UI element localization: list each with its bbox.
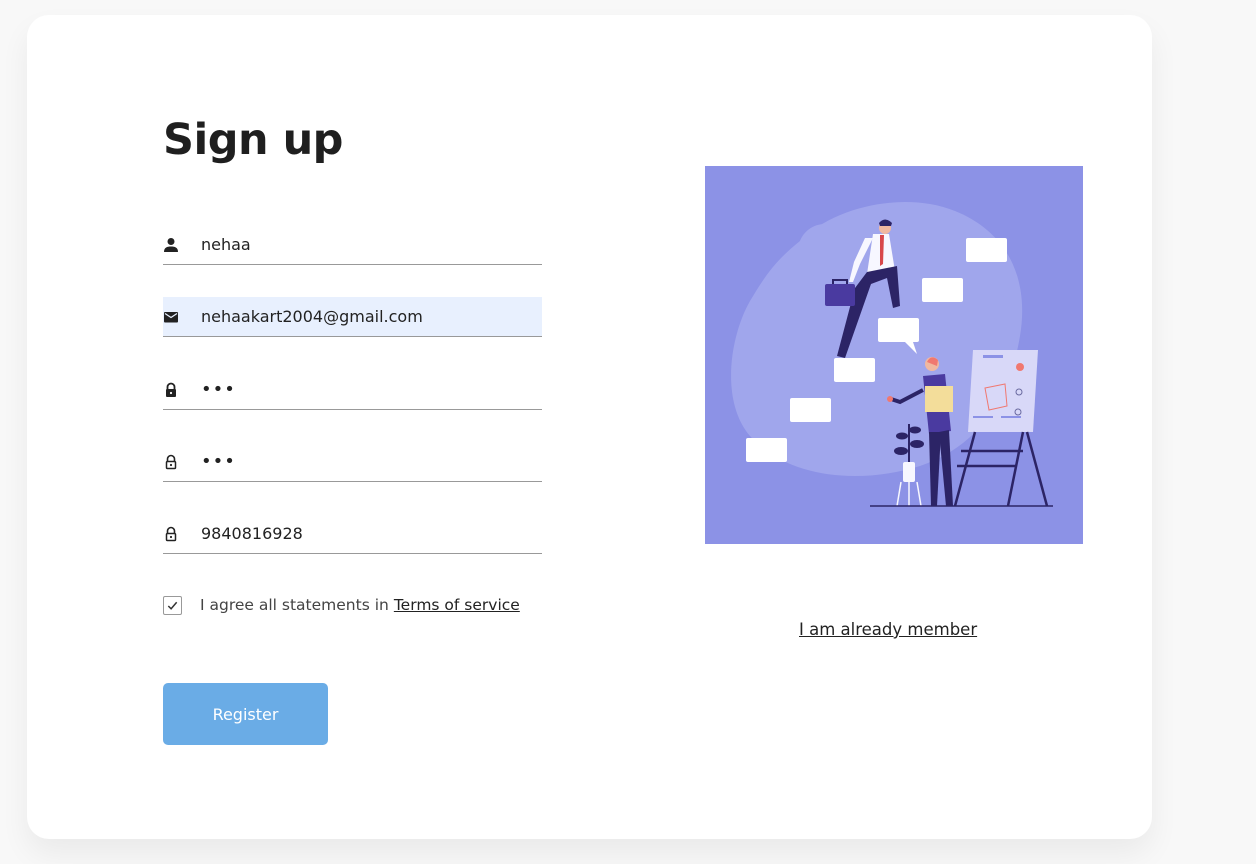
page-title: Sign up	[163, 115, 343, 165]
terms-of-service-link[interactable]: Terms of service	[394, 596, 520, 614]
envelope-icon	[163, 309, 179, 325]
email-input[interactable]	[201, 297, 531, 336]
lock-outline-icon	[163, 526, 179, 542]
register-button[interactable]: Register	[163, 683, 328, 745]
signup-illustration	[705, 166, 1083, 544]
confirm-password-field	[163, 442, 542, 482]
agree-row: I agree all statements in Terms of servi…	[163, 595, 520, 615]
name-field	[163, 225, 542, 265]
password-input[interactable]	[201, 370, 531, 409]
signup-card: Sign up I ag	[27, 15, 1152, 839]
lock-outline-icon	[163, 454, 179, 470]
person-icon	[163, 237, 179, 253]
lock-icon	[163, 382, 179, 398]
agree-checkbox[interactable]	[163, 595, 182, 615]
name-input[interactable]	[201, 225, 531, 264]
phone-input[interactable]	[201, 514, 531, 553]
agree-label: I agree all statements in	[200, 596, 389, 614]
password-field	[163, 370, 542, 410]
check-icon	[167, 601, 178, 610]
already-member-link[interactable]: I am already member	[799, 620, 977, 639]
phone-field	[163, 514, 542, 554]
confirm-password-input[interactable]	[201, 442, 531, 481]
email-field	[163, 297, 542, 337]
